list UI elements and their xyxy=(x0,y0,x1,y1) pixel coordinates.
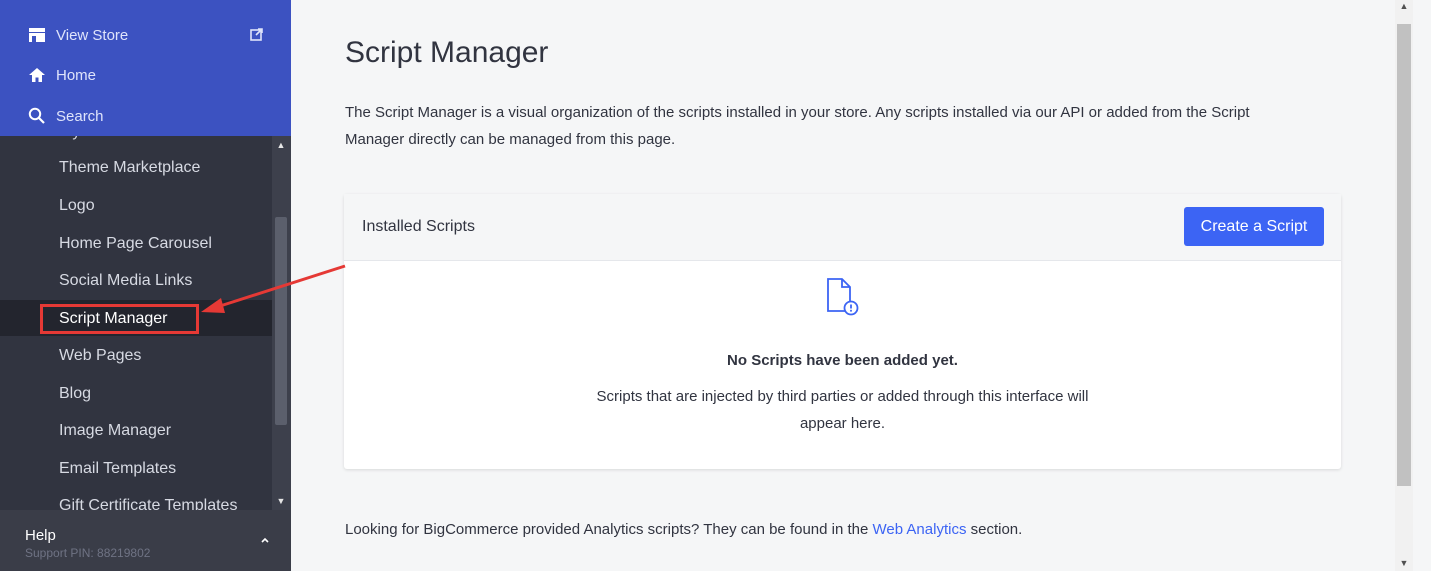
home-label: Home xyxy=(56,66,97,84)
page-title: Script Manager xyxy=(345,36,549,69)
analytics-note-suffix: section. xyxy=(966,521,1023,538)
sidebar-item-gift-certificate-templates[interactable]: Gift Certificate Templates xyxy=(59,494,237,510)
scroll-down-arrow-icon[interactable]: ▼ xyxy=(276,496,286,506)
empty-state-title: No Scripts have been added yet. xyxy=(727,352,958,369)
sidebar-item-email-templates[interactable]: Email Templates xyxy=(59,457,176,481)
sidebar-item-my-themes[interactable]: My Themes xyxy=(59,136,142,144)
document-warning-icon xyxy=(827,278,859,316)
annotation-highlight-box xyxy=(40,304,199,334)
create-script-button[interactable]: Create a Script xyxy=(1184,207,1324,246)
page-scroll-down-icon[interactable]: ▼ xyxy=(1398,558,1410,568)
sidebar-item-theme-marketplace[interactable]: Theme Marketplace xyxy=(59,156,200,180)
sidebar-top-nav: View Store Home Search xyxy=(0,0,291,136)
search-label: Search xyxy=(56,107,104,125)
analytics-note: Looking for BigCommerce provided Analyti… xyxy=(345,521,1022,538)
annotation-arrow-icon xyxy=(201,264,346,313)
view-store-label: View Store xyxy=(56,26,129,44)
home-link[interactable]: Home xyxy=(28,63,96,87)
page-scrollbar-thumb[interactable] xyxy=(1397,24,1411,486)
chevron-up-icon[interactable] xyxy=(258,533,272,547)
sidebar-item-logo[interactable]: Logo xyxy=(59,194,95,218)
card-header: Installed Scripts Create a Script xyxy=(344,194,1341,261)
sidebar-scrollbar-thumb[interactable] xyxy=(275,217,287,425)
search-icon xyxy=(28,107,46,125)
sidebar-item-web-pages[interactable]: Web Pages xyxy=(59,344,141,368)
view-store-link[interactable]: View Store xyxy=(28,23,128,47)
external-link-icon[interactable] xyxy=(250,28,264,42)
page-description: The Script Manager is a visual organizat… xyxy=(345,104,1250,148)
support-pin: Support PIN: 88219802 xyxy=(25,546,151,560)
help-section[interactable]: Help Support PIN: 88219802 xyxy=(0,510,291,571)
web-analytics-link[interactable]: Web Analytics xyxy=(873,521,967,538)
search-link[interactable]: Search xyxy=(28,104,104,128)
sidebar-item-image-manager[interactable]: Image Manager xyxy=(59,419,171,443)
store-icon xyxy=(28,26,46,44)
help-title: Help xyxy=(25,527,56,544)
card-title: Installed Scripts xyxy=(362,218,475,235)
sidebar-item-home-page-carousel[interactable]: Home Page Carousel xyxy=(59,232,212,256)
empty-state-text: Scripts that are injected by third parti… xyxy=(596,388,1089,432)
sidebar-item-social-media-links[interactable]: Social Media Links xyxy=(59,269,192,293)
sidebar-item-blog[interactable]: Blog xyxy=(59,382,91,406)
home-icon xyxy=(28,66,46,84)
page-scroll-up-icon[interactable]: ▲ xyxy=(1398,1,1410,11)
scroll-up-arrow-icon[interactable]: ▲ xyxy=(276,140,286,150)
analytics-note-prefix: Looking for BigCommerce provided Analyti… xyxy=(345,521,873,538)
